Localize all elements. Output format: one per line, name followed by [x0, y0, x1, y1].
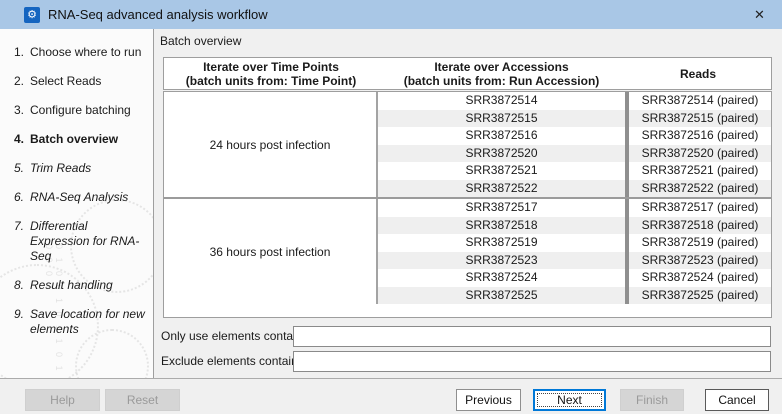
exclude-filter-row: Exclude elements containing:	[161, 351, 775, 372]
section-title: Batch overview	[160, 34, 241, 48]
batch-group-2: 36 hours post infectionSRR3872517SRR3872…	[164, 197, 771, 304]
only-use-input[interactable]	[293, 326, 771, 347]
window-title: RNA-Seq advanced analysis workflow	[48, 7, 268, 22]
step-label: Configure batching	[30, 103, 153, 118]
workflow-gear-icon: ⚙	[24, 7, 40, 23]
step-number: 3.	[0, 103, 24, 118]
accession-cell: SRR3872516	[378, 127, 625, 145]
content-panel: Batch overview Iterate over Time Points …	[154, 29, 782, 378]
accession-cell: SRR3872514	[378, 92, 625, 110]
finish-button[interactable]: Finish	[620, 389, 684, 411]
reads-cell: SRR3872515 (paired)	[629, 110, 771, 128]
reads-cell: SRR3872523 (paired)	[629, 252, 771, 270]
wizard-step-2: 2. Select Reads	[0, 74, 153, 89]
step-number: 2.	[0, 74, 24, 89]
reads-cell: SRR3872520 (paired)	[629, 145, 771, 163]
accessions-column: SRR3872514SRR3872515SRR3872516SRR3872520…	[378, 92, 625, 197]
reads-cell: SRR3872522 (paired)	[629, 180, 771, 198]
time-point-cell: 24 hours post infection	[164, 92, 378, 197]
header-reads: Reads	[625, 58, 771, 89]
batch-table-header: Iterate over Time Points (batch units fr…	[163, 57, 772, 90]
reads-cell: SRR3872517 (paired)	[629, 199, 771, 217]
step-number: 7.	[0, 219, 24, 264]
accession-cell: SRR3872518	[378, 217, 625, 235]
accession-cell: SRR3872517	[378, 199, 625, 217]
step-number: 1.	[0, 45, 24, 60]
reads-cell: SRR3872525 (paired)	[629, 287, 771, 305]
accession-cell: SRR3872520	[378, 145, 625, 163]
next-button[interactable]: Next	[533, 389, 606, 411]
accession-cell: SRR3872523	[378, 252, 625, 270]
wizard-step-1: 1. Choose where to run	[0, 45, 153, 60]
accession-cell: SRR3872524	[378, 269, 625, 287]
reads-cell: SRR3872524 (paired)	[629, 269, 771, 287]
exclude-input[interactable]	[293, 351, 771, 372]
help-button[interactable]: Help	[25, 389, 100, 411]
wizard-step-5: 5. Trim Reads	[0, 161, 153, 176]
accession-cell: SRR3872525	[378, 287, 625, 305]
step-label: Batch overview	[30, 132, 153, 147]
watermark-circle	[70, 199, 154, 293]
watermark-binary-text: 0 1 0 0 1 0 1 1 0 1 0 0 0 1	[50, 244, 64, 378]
reads-cell: SRR3872518 (paired)	[629, 217, 771, 235]
accession-cell: SRR3872521	[378, 162, 625, 180]
reads-cell: SRR3872514 (paired)	[629, 92, 771, 110]
reset-button[interactable]: Reset	[105, 389, 180, 411]
step-label: Trim Reads	[30, 161, 153, 176]
wizard-step-4: 4. Batch overview	[0, 132, 153, 147]
cancel-button[interactable]: Cancel	[705, 389, 769, 411]
step-label: Select Reads	[30, 74, 153, 89]
header-time-points: Iterate over Time Points (batch units fr…	[164, 58, 378, 89]
reads-column: SRR3872517 (paired)SRR3872518 (paired)SR…	[625, 199, 771, 304]
batch-table-body: 24 hours post infectionSRR3872514SRR3872…	[163, 91, 772, 318]
accessions-column: SRR3872517SRR3872518SRR3872519SRR3872523…	[378, 199, 625, 304]
batch-group-1: 24 hours post infectionSRR3872514SRR3872…	[164, 92, 771, 197]
step-number: 6.	[0, 190, 24, 205]
reads-column: SRR3872514 (paired)SRR3872515 (paired)SR…	[625, 92, 771, 197]
header-accessions: Iterate over Accessions (batch units fro…	[378, 58, 625, 89]
accession-cell: SRR3872522	[378, 180, 625, 198]
batch-overview-table: Iterate over Time Points (batch units fr…	[163, 57, 772, 318]
wizard-steps-sidebar: 1. Choose where to run 2. Select Reads 3. Con…	[0, 29, 154, 378]
wizard-step-3: 3. Configure batching	[0, 103, 153, 118]
accession-cell: SRR3872519	[378, 234, 625, 252]
reads-cell: SRR3872516 (paired)	[629, 127, 771, 145]
accession-cell: SRR3872515	[378, 110, 625, 128]
step-label: Choose where to run	[30, 45, 153, 60]
step-number: 4.	[0, 132, 24, 147]
previous-button[interactable]: Previous	[456, 389, 521, 411]
footer-button-bar: Help Reset Previous Next Finish Cancel	[0, 378, 782, 414]
titlebar[interactable]: ⚙ RNA-Seq advanced analysis workflow ✕	[0, 0, 782, 30]
only-use-filter-row: Only use elements containing:	[161, 326, 775, 347]
step-number: 5.	[0, 161, 24, 176]
close-icon[interactable]: ✕	[737, 0, 782, 29]
reads-cell: SRR3872519 (paired)	[629, 234, 771, 252]
rna-seq-workflow-dialog: ⚙ RNA-Seq advanced analysis workflow ✕ 1…	[0, 0, 782, 413]
time-point-cell: 36 hours post infection	[164, 199, 378, 304]
reads-cell: SRR3872521 (paired)	[629, 162, 771, 180]
